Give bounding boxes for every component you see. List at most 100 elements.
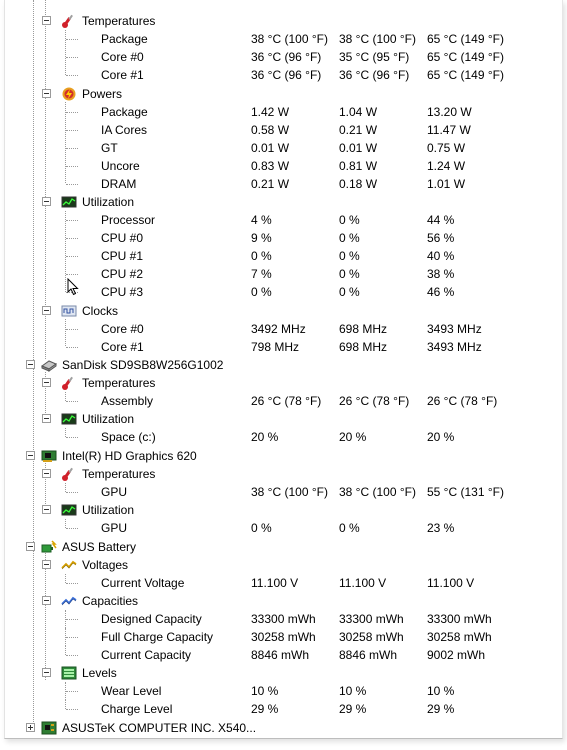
motherboard-icon: [41, 721, 57, 735]
hard-drive-icon: [41, 358, 57, 372]
group-battery-capacities[interactable]: Capacities: [5, 592, 562, 610]
sensor-row[interactable]: Core #0 3492 MHz 698 MHz 3493 MHz: [5, 320, 562, 338]
value-current: 0 %: [251, 285, 272, 299]
value-min: 29 %: [339, 702, 367, 716]
collapse-toggle[interactable]: [42, 596, 51, 605]
group-label: Utilization: [82, 503, 135, 517]
sensor-name: Designed Capacity: [101, 612, 202, 626]
sensor-name: Uncore: [101, 159, 140, 173]
hardware-node-disk[interactable]: SanDisk SD9SB8W256G1002: [5, 356, 562, 374]
sensor-row[interactable]: Processor 4 % 0 % 44 %: [5, 211, 562, 229]
group-label: Utilization: [82, 195, 135, 209]
sensor-row[interactable]: GT 0.01 W 0.01 W 0.75 W: [5, 139, 562, 157]
sensor-tree-view[interactable]: Temperatures Package 38 °C (100 °F) 38 °…: [4, 0, 563, 739]
group-cpu-temperatures[interactable]: Temperatures: [5, 12, 562, 30]
sensor-name: Full Charge Capacity: [101, 630, 214, 644]
sensor-row[interactable]: Core #1 798 MHz 698 MHz 3493 MHz: [5, 338, 562, 356]
group-battery-voltages[interactable]: Voltages: [5, 556, 562, 574]
sensor-name: Current Voltage: [101, 576, 185, 590]
sensor-row[interactable]: Charge Level 29 % 29 % 29 %: [5, 700, 562, 718]
sensor-row[interactable]: Space (c:) 20 % 20 % 20 %: [5, 428, 562, 446]
voltage-wave-icon: [61, 558, 77, 572]
value-max: 44 %: [427, 213, 455, 227]
sensor-row[interactable]: Core #0 36 °C (96 °F) 35 °C (95 °F) 65 °…: [5, 48, 562, 66]
sensor-name: Package: [101, 105, 148, 119]
collapse-toggle[interactable]: [42, 414, 51, 423]
group-gpu-temperatures[interactable]: Temperatures: [5, 465, 562, 483]
mouse-pointer-icon: [67, 278, 79, 296]
hardware-label: SanDisk SD9SB8W256G1002: [62, 358, 224, 372]
value-max: 23 %: [427, 521, 455, 535]
group-disk-temperatures[interactable]: Temperatures: [5, 374, 562, 392]
value-min: 33300 mWh: [339, 612, 404, 626]
sensor-row[interactable]: CPU #1 0 % 0 % 40 %: [5, 247, 562, 265]
collapse-toggle[interactable]: [26, 451, 35, 460]
collapse-toggle[interactable]: [42, 560, 51, 569]
collapse-toggle[interactable]: [42, 378, 51, 387]
group-cpu-powers[interactable]: Powers: [5, 85, 562, 103]
utilization-chart-icon: [61, 503, 77, 517]
value-current: 1.42 W: [251, 105, 290, 119]
sensor-row[interactable]: Package 1.42 W 1.04 W 13.20 W: [5, 103, 562, 121]
hardware-node-motherboard[interactable]: ASUSTeK COMPUTER INC. X540...: [5, 719, 562, 737]
sensor-row[interactable]: IA Cores 0.58 W 0.21 W 11.47 W: [5, 121, 562, 139]
collapse-toggle[interactable]: [42, 469, 51, 478]
group-label: Powers: [82, 87, 123, 101]
utilization-chart-icon: [61, 412, 77, 426]
value-min: 698 MHz: [339, 340, 388, 354]
value-max: 1.24 W: [427, 159, 466, 173]
sensor-row[interactable]: Current Capacity 8846 mWh 8846 mWh 9002 …: [5, 646, 562, 664]
sensor-name: IA Cores: [101, 123, 148, 137]
sensor-name: DRAM: [101, 177, 137, 191]
group-gpu-utilization[interactable]: Utilization: [5, 501, 562, 519]
collapse-toggle[interactable]: [42, 197, 51, 206]
sensor-name: Assembly: [101, 394, 154, 408]
sensor-row[interactable]: Designed Capacity 33300 mWh 33300 mWh 33…: [5, 610, 562, 628]
collapse-toggle[interactable]: [42, 16, 51, 25]
collapse-toggle[interactable]: [42, 89, 51, 98]
sensor-row[interactable]: Assembly 26 °C (78 °F) 26 °C (78 °F) 26 …: [5, 392, 562, 410]
hardware-label: ASUSTeK COMPUTER INC. X540...: [62, 721, 257, 735]
battery-icon: [41, 540, 57, 554]
collapse-toggle[interactable]: [42, 668, 51, 677]
sensor-row[interactable]: GPU 38 °C (100 °F) 38 °C (100 °F) 55 °C …: [5, 483, 562, 501]
thermometer-icon: [61, 14, 77, 28]
sensor-row[interactable]: GPU 0 % 0 % 23 %: [5, 519, 562, 537]
sensor-row[interactable]: Package 38 °C (100 °F) 38 °C (100 °F) 65…: [5, 30, 562, 48]
group-battery-levels[interactable]: Levels: [5, 664, 562, 682]
collapse-toggle[interactable]: [42, 505, 51, 514]
group-disk-utilization[interactable]: Utilization: [5, 410, 562, 428]
value-current: 11.100 V: [251, 576, 299, 590]
value-current: 7 %: [251, 267, 272, 281]
hardware-node-battery[interactable]: ASUS Battery: [5, 538, 562, 556]
collapse-toggle[interactable]: [42, 306, 51, 315]
sensor-row[interactable]: CPU #3 0 % 0 % 46 %: [5, 283, 562, 301]
collapse-toggle[interactable]: [26, 360, 35, 369]
collapse-toggle[interactable]: [26, 542, 35, 551]
expand-toggle[interactable]: [26, 723, 35, 732]
sensor-row[interactable]: Current Voltage 11.100 V 11.100 V 11.100…: [5, 574, 562, 592]
value-current: 29 %: [251, 702, 279, 716]
tree-row-partial[interactable]: [5, 0, 562, 7]
sensor-name: GPU: [101, 521, 128, 535]
value-max: 20 %: [427, 430, 455, 444]
value-max: 55 °C (131 °F): [427, 485, 504, 499]
sensor-row[interactable]: Full Charge Capacity 30258 mWh 30258 mWh…: [5, 628, 562, 646]
hardware-node-gpu[interactable]: Intel(R) HD Graphics 620: [5, 447, 562, 465]
sensor-row[interactable]: Uncore 0.83 W 0.81 W 1.24 W: [5, 157, 562, 175]
sensor-name: Package: [101, 32, 148, 46]
sensor-row[interactable]: CPU #0 9 % 0 % 56 %: [5, 229, 562, 247]
value-max: 1.01 W: [427, 177, 466, 191]
group-label: Capacities: [82, 594, 139, 608]
value-max: 9002 mWh: [427, 648, 486, 662]
value-min: 36 °C (96 °F): [339, 68, 410, 82]
sensor-name: CPU #0: [101, 231, 144, 245]
sensor-row[interactable]: DRAM 0.21 W 0.18 W 1.01 W: [5, 175, 562, 193]
sensor-row[interactable]: CPU #2 7 % 0 % 38 %: [5, 265, 562, 283]
group-cpu-utilization[interactable]: Utilization: [5, 193, 562, 211]
value-max: 29 %: [427, 702, 455, 716]
sensor-row[interactable]: Core #1 36 °C (96 °F) 36 °C (96 °F) 65 °…: [5, 66, 562, 84]
group-cpu-clocks[interactable]: Clocks: [5, 302, 562, 320]
sensor-row[interactable]: Wear Level 10 % 10 % 10 %: [5, 682, 562, 700]
value-current: 33300 mWh: [251, 612, 316, 626]
